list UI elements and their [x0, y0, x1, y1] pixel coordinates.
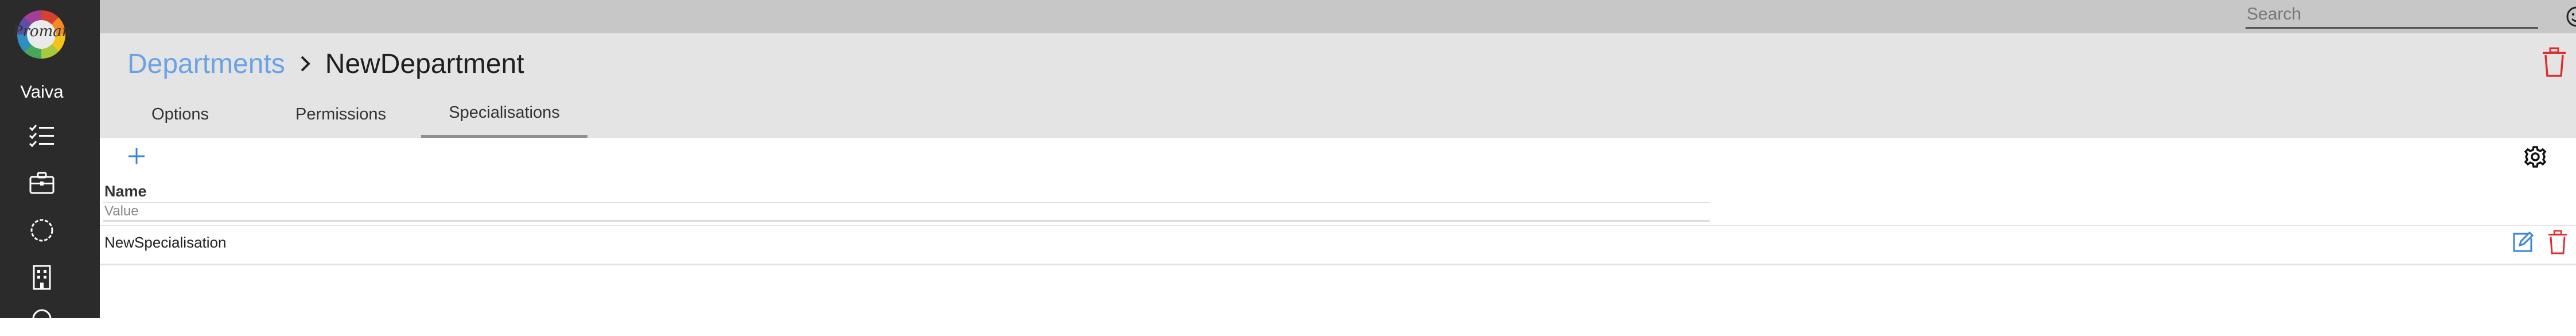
edit-icon: [2513, 231, 2534, 252]
row-divider: [100, 264, 2576, 265]
column-header-name[interactable]: Name: [104, 183, 147, 200]
add-specialisation-button[interactable]: [125, 145, 148, 168]
search-box: [2246, 2, 2538, 29]
name-filter-input[interactable]: [103, 203, 1710, 220]
tab-permissions[interactable]: Permissions: [260, 91, 421, 138]
search-input[interactable]: [2246, 2, 2538, 26]
table-settings-button[interactable]: [2522, 144, 2548, 170]
smiley-icon[interactable]: [2563, 3, 2576, 30]
specialisations-panel: Name NewSpecialisation: [100, 138, 2576, 318]
tab-options[interactable]: Options: [100, 91, 260, 138]
circle-dashed-icon[interactable]: [28, 216, 56, 245]
specialisation-name: NewSpecialisation: [104, 234, 227, 251]
name-filter: [103, 202, 1710, 222]
sidebar: Proman Vaiva: [0, 0, 100, 319]
tabs: Options Permissions Specialisations: [100, 91, 587, 138]
logo-text: Proman: [13, 23, 72, 40]
briefcase-icon[interactable]: [28, 169, 56, 198]
checklist-icon[interactable]: [28, 122, 56, 150]
page-title: NewDepartment: [325, 48, 524, 79]
tab-specialisations[interactable]: Specialisations: [421, 91, 587, 138]
delete-row-button[interactable]: [2547, 229, 2568, 256]
trash-icon: [2543, 47, 2566, 77]
plus-icon: [129, 148, 145, 164]
proman-logo[interactable]: Proman: [13, 6, 72, 63]
user-name[interactable]: Vaiva: [0, 82, 84, 102]
breadcrumb: Departments NewDepartment: [127, 44, 524, 84]
building-icon[interactable]: [28, 263, 56, 292]
table-row[interactable]: NewSpecialisation: [100, 226, 2576, 261]
page-header: Departments NewDepartment Options Permis…: [100, 33, 2576, 138]
partial-icon[interactable]: [28, 307, 56, 336]
edit-row-button[interactable]: [2511, 230, 2535, 254]
delete-department-button[interactable]: [2540, 46, 2568, 79]
trash-icon: [2548, 230, 2567, 254]
breadcrumb-departments-link[interactable]: Departments: [127, 48, 285, 80]
top-bar: [100, 0, 2576, 33]
gear-icon: [2524, 146, 2547, 168]
chevron-right-icon: [301, 56, 310, 72]
